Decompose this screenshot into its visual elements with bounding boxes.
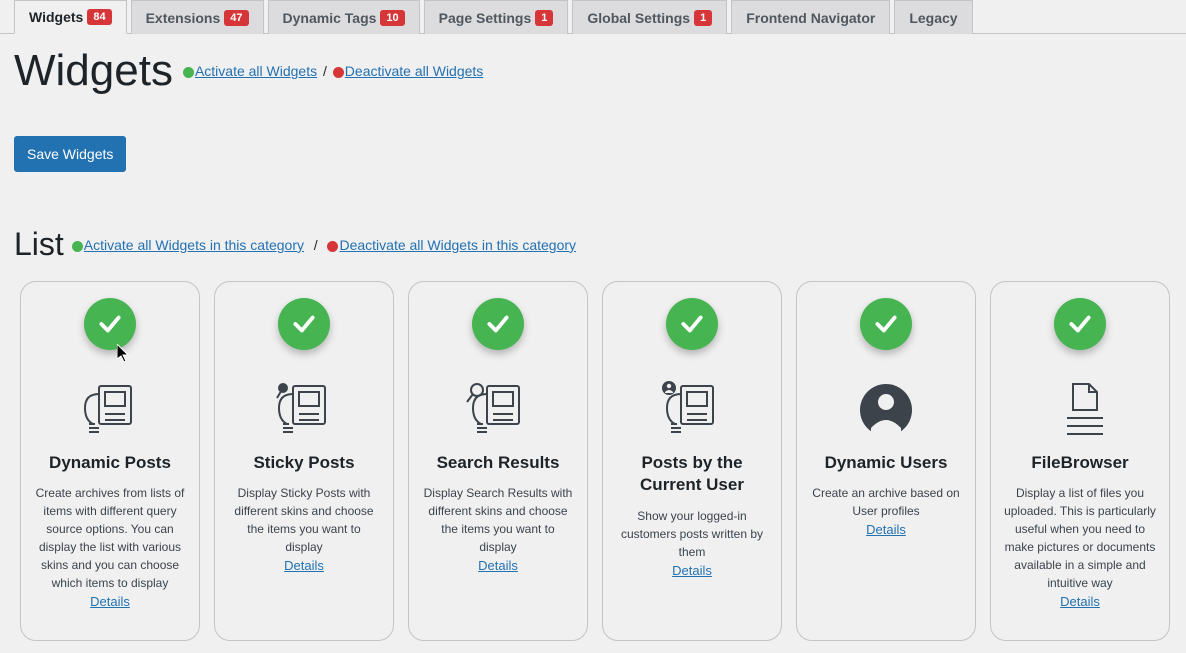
widget-card-description: Display Sticky Posts with different skin… <box>227 484 381 556</box>
widget-card-title: Dynamic Posts <box>49 452 171 474</box>
widget-card-description: Create an archive based on User profiles <box>809 484 963 520</box>
details-link[interactable]: Details <box>672 563 712 578</box>
toggle-check-icon[interactable] <box>1054 298 1106 350</box>
file-lines-icon <box>1045 380 1115 440</box>
widget-card-description: Create archives from lists of items with… <box>33 484 187 592</box>
user-circle-icon <box>851 380 921 440</box>
tab-bar: Widgets84Extensions47Dynamic Tags10Page … <box>0 0 1186 34</box>
details-link[interactable]: Details <box>866 522 906 537</box>
pin-doc-icon <box>269 380 339 440</box>
separator: / <box>323 63 327 79</box>
details-link[interactable]: Details <box>284 558 324 573</box>
page-header: Widgets Activate all Widgets / Deactivat… <box>14 46 1172 96</box>
widget-card-title: Search Results <box>437 452 560 474</box>
widget-card-description: Show your logged-in customers posts writ… <box>615 507 769 561</box>
tab-label: Frontend Navigator <box>746 10 875 26</box>
toggle-check-icon[interactable] <box>860 298 912 350</box>
deactivate-all-link[interactable]: Deactivate all Widgets <box>345 63 484 79</box>
toggle-check-icon[interactable] <box>278 298 330 350</box>
details-link[interactable]: Details <box>1060 594 1100 609</box>
tab-label: Extensions <box>146 10 221 26</box>
widget-cards-grid: Dynamic Posts Create archives from lists … <box>14 281 1172 641</box>
tab-badge: 84 <box>87 9 111 25</box>
tab-legacy[interactable]: Legacy <box>894 0 972 34</box>
tab-page-settings[interactable]: Page Settings1 <box>424 0 569 34</box>
tab-label: Page Settings <box>439 10 532 26</box>
user-doc-icon <box>657 380 727 440</box>
widget-card-description: Display a list of files you uploaded. Th… <box>1003 484 1157 592</box>
doc-stack-icon <box>75 380 145 440</box>
dot-green-icon <box>72 241 83 252</box>
tab-dynamic-tags[interactable]: Dynamic Tags10 <box>268 0 420 34</box>
activate-all-link[interactable]: Activate all Widgets <box>195 63 317 79</box>
tab-badge: 47 <box>224 10 248 26</box>
widget-card: FileBrowser Display a list of files you u… <box>990 281 1170 641</box>
details-link[interactable]: Details <box>478 558 518 573</box>
widget-card: Sticky Posts Display Sticky Posts with di… <box>214 281 394 641</box>
page-title: Widgets <box>14 46 173 96</box>
tab-global-settings[interactable]: Global Settings1 <box>572 0 727 34</box>
widget-card: Dynamic Posts Create archives from lists … <box>20 281 200 641</box>
deactivate-category-link[interactable]: Deactivate all Widgets in this category <box>339 237 576 253</box>
dot-red-icon <box>327 241 338 252</box>
dot-green-icon <box>183 67 194 78</box>
section-title: List <box>14 226 64 263</box>
separator: / <box>310 237 322 253</box>
tab-frontend-navigator[interactable]: Frontend Navigator <box>731 0 890 34</box>
dot-red-icon <box>333 67 344 78</box>
tab-label: Dynamic Tags <box>283 10 377 26</box>
search-doc-icon <box>463 380 533 440</box>
widget-card-title: Sticky Posts <box>253 452 354 474</box>
widget-card-description: Display Search Results with different sk… <box>421 484 575 556</box>
activate-category-link[interactable]: Activate all Widgets in this category <box>84 237 304 253</box>
details-link[interactable]: Details <box>90 594 130 609</box>
widget-card: Dynamic Users Create an archive based on … <box>796 281 976 641</box>
toggle-check-icon[interactable] <box>84 298 136 350</box>
tab-label: Global Settings <box>587 10 690 26</box>
toggle-check-icon[interactable] <box>472 298 524 350</box>
widget-card-title: Dynamic Users <box>825 452 948 474</box>
widget-card: Posts by the Current User Show your logge… <box>602 281 782 641</box>
tab-badge: 10 <box>380 10 404 26</box>
tab-label: Legacy <box>909 10 957 26</box>
tab-badge: 1 <box>694 10 712 26</box>
save-widgets-button[interactable]: Save Widgets <box>14 136 126 172</box>
toggle-check-icon[interactable] <box>666 298 718 350</box>
widget-card-title: FileBrowser <box>1031 452 1128 474</box>
widget-card: Search Results Display Search Results wit… <box>408 281 588 641</box>
tab-widgets[interactable]: Widgets84 <box>14 0 127 34</box>
tab-badge: 1 <box>535 10 553 26</box>
widget-card-title: Posts by the Current User <box>615 452 769 496</box>
section-header: List Activate all Widgets in this catego… <box>14 226 1172 263</box>
tab-extensions[interactable]: Extensions47 <box>131 0 264 34</box>
tab-label: Widgets <box>29 9 83 25</box>
